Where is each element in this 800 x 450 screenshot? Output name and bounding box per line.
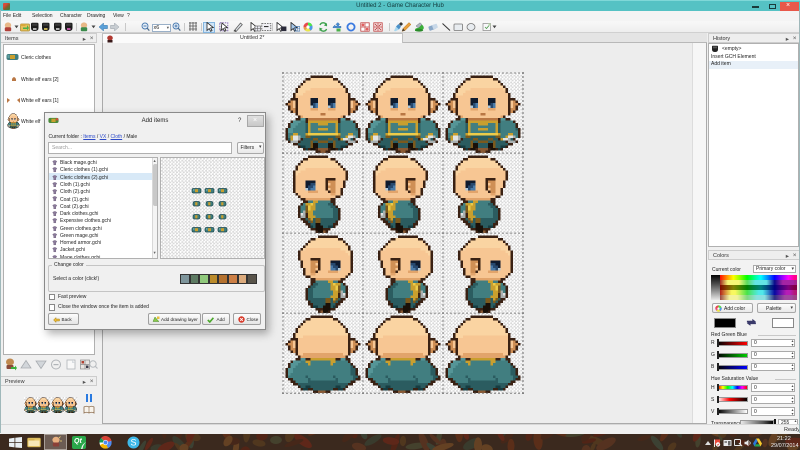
svg-text:S: S <box>130 438 136 448</box>
